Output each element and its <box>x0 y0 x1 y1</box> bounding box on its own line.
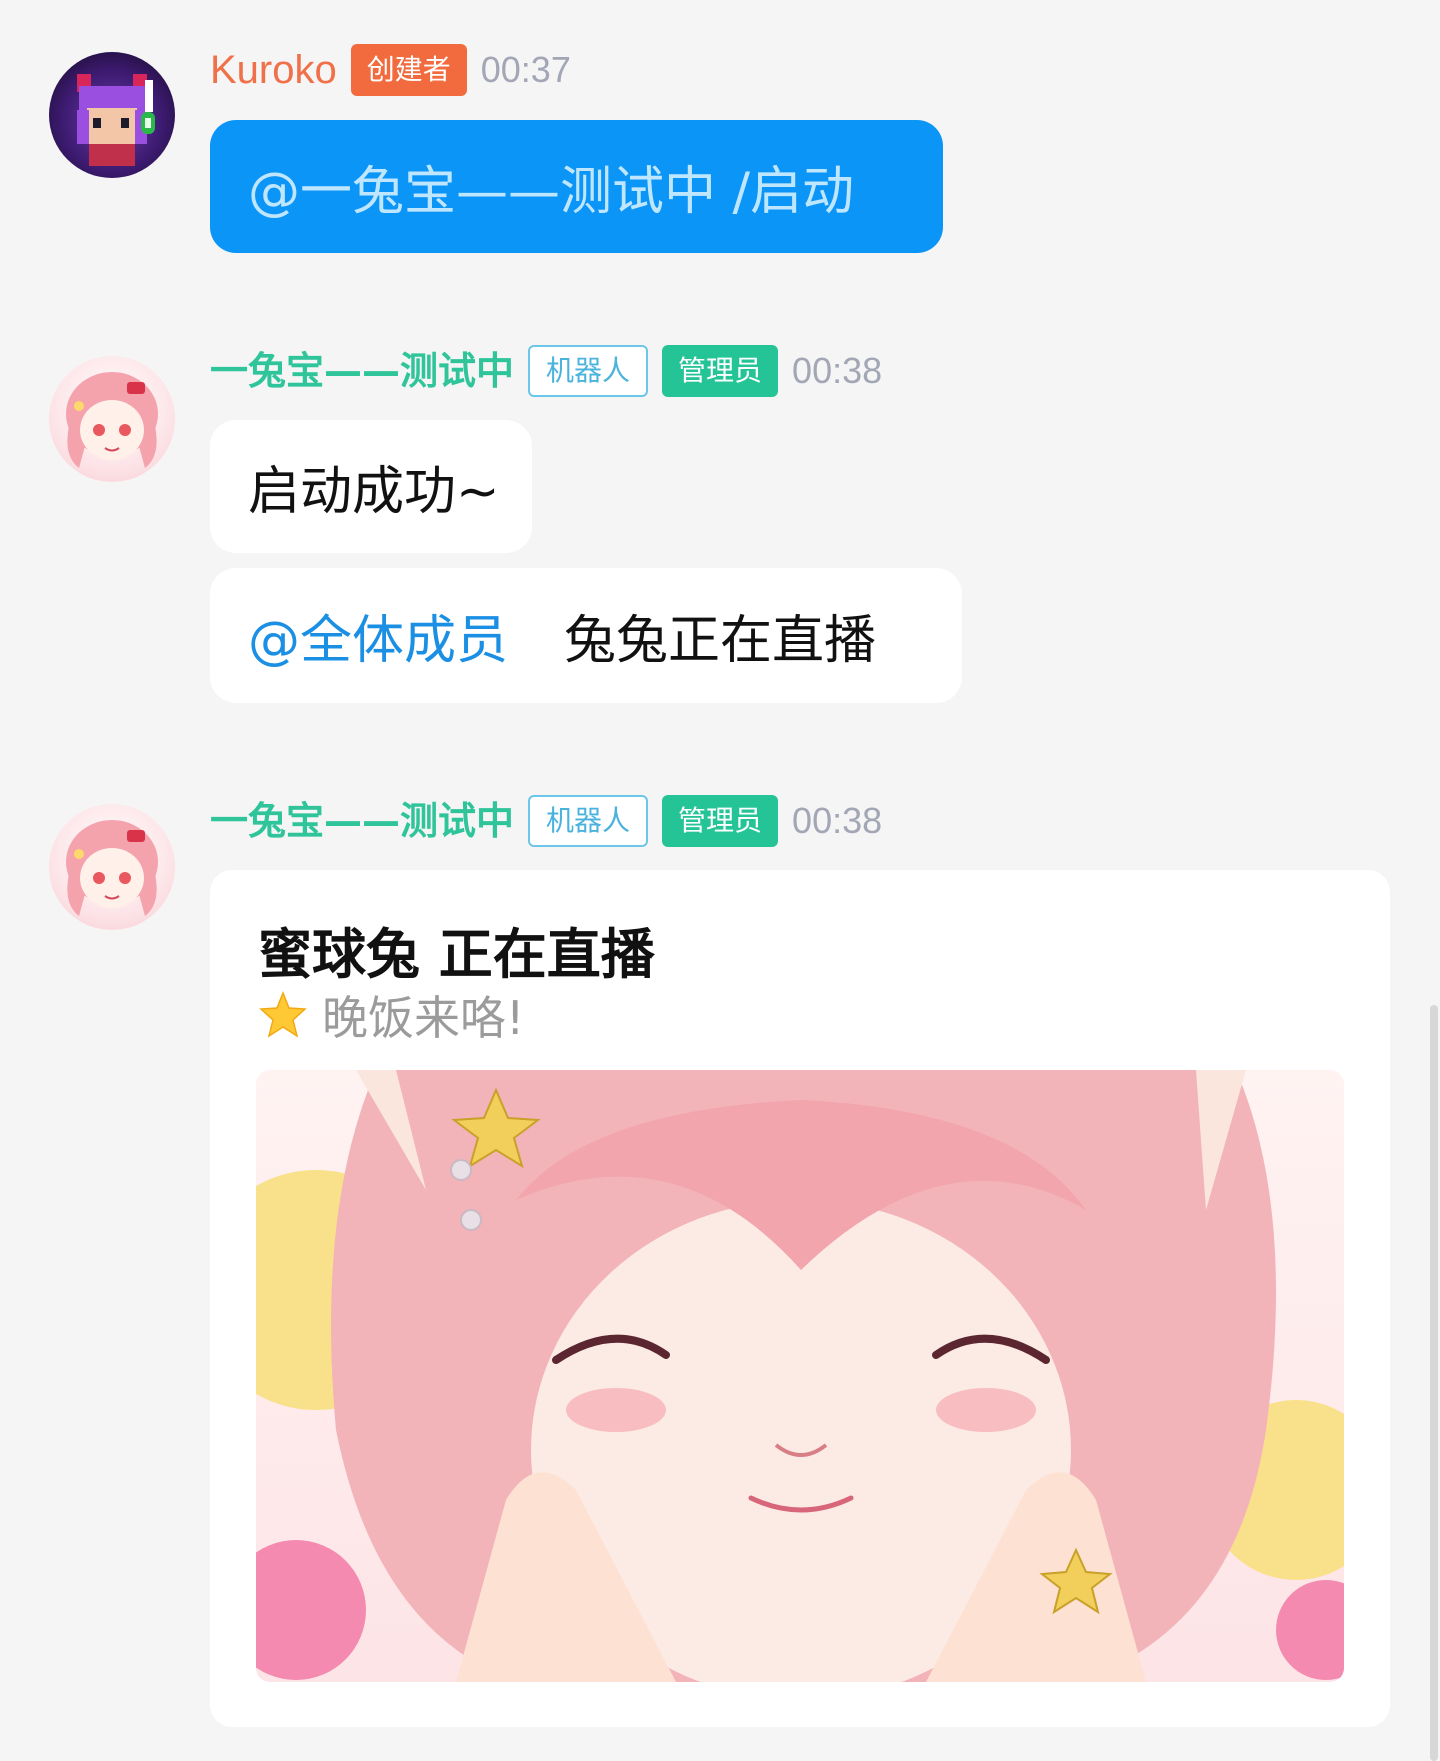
message-time: 00:38 <box>792 800 883 841</box>
message-header: Kuroko 创建者 00:37 <box>210 44 571 96</box>
sender-name[interactable]: 一兔宝——测试中 <box>210 346 514 396</box>
sender-name[interactable]: Kuroko <box>210 45 337 95</box>
scrollbar[interactable] <box>1430 1005 1438 1761</box>
mention-all-members[interactable]: @全体成员 <box>248 598 508 673</box>
live-cover-image[interactable] <box>256 1070 1344 1682</box>
card-subtitle: 晚饭来咯! <box>258 982 524 1048</box>
message-time: 00:37 <box>480 49 571 90</box>
message-text: 兔兔正在直播 <box>564 611 877 671</box>
message-bubble[interactable]: @全体成员 兔兔正在直播 <box>210 568 962 703</box>
message-bubble[interactable]: @一兔宝——测试中 /启动 <box>210 120 943 253</box>
anime-girl-cover-illustration <box>256 1070 1344 1682</box>
avatar-kuroko[interactable] <box>49 52 175 178</box>
avatar-bot[interactable] <box>49 804 175 930</box>
message-bubble[interactable]: 启动成功~ <box>210 420 532 553</box>
admin-badge: 管理员 <box>662 795 779 847</box>
message-time: 00:38 <box>792 350 883 391</box>
robot-badge: 机器人 <box>528 795 649 847</box>
admin-badge: 管理员 <box>662 345 779 397</box>
anime-girl-avatar-icon <box>66 372 158 468</box>
star-emoji-icon <box>259 990 307 1038</box>
message-header: 一兔宝——测试中 机器人 管理员 00:38 <box>210 345 883 397</box>
sender-name[interactable]: 一兔宝——测试中 <box>210 796 514 846</box>
message-text: 启动成功~ <box>248 462 500 522</box>
avatar-bot[interactable] <box>49 356 175 482</box>
card-subtitle-text: 晚饭来咯! <box>322 991 525 1045</box>
card-title: 蜜球兔 正在直播 <box>258 923 655 986</box>
robot-badge: 机器人 <box>528 345 649 397</box>
anime-girl-avatar-icon <box>66 820 158 916</box>
creator-badge: 创建者 <box>350 44 467 96</box>
live-share-card[interactable]: 蜜球兔 正在直播 晚饭来咯! <box>210 870 1390 1727</box>
pixel-character-icon <box>77 74 155 166</box>
message-text: @一兔宝——测试中 /启动 <box>248 162 855 222</box>
message-header: 一兔宝——测试中 机器人 管理员 00:38 <box>210 795 883 847</box>
